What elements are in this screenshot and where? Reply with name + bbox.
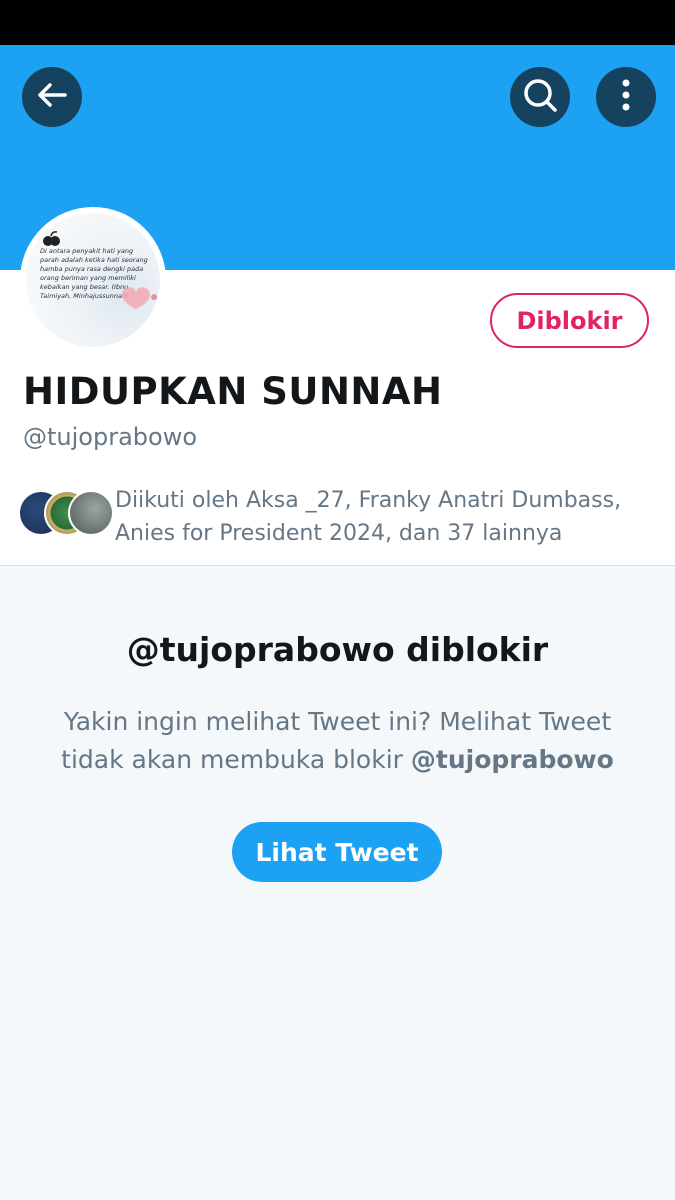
followed-by-line: Diikuti oleh Aksa _27, Franky Anatri Dum…: [115, 488, 622, 513]
avatar[interactable]: Di antara penyakit hati yang parah adala…: [20, 207, 166, 353]
followers-avatars[interactable]: [18, 490, 114, 540]
search-icon: [521, 76, 559, 118]
blocked-description-line: Yakin ingin melihat Tweet ini? Melihat T…: [63, 707, 612, 736]
username-handle: @tujoprabowo: [23, 423, 198, 451]
status-bar: [0, 0, 675, 45]
followed-by-text[interactable]: Diikuti oleh Aksa _27, Franky Anatri Dum…: [115, 484, 655, 550]
follower-avatar: [68, 490, 114, 536]
view-tweets-button[interactable]: Lihat Tweet: [232, 822, 442, 882]
display-name: HIDUPKAN SUNNAH: [23, 370, 443, 413]
search-button[interactable]: [510, 67, 570, 127]
more-vertical-icon: [620, 78, 632, 116]
blocked-button[interactable]: Diblokir: [490, 293, 649, 348]
avatar-image: Di antara penyakit hati yang parah adala…: [26, 213, 160, 347]
blocked-description: Yakin ingin melihat Tweet ini? Melihat T…: [40, 703, 635, 779]
blocked-description-text: tidak akan membuka blokir: [61, 745, 411, 774]
leaf-logo-icon: [43, 231, 60, 246]
blocked-title: @tujoprabowo diblokir: [126, 630, 549, 669]
back-button[interactable]: [22, 67, 82, 127]
blocked-handle: @tujoprabowo: [410, 745, 614, 774]
more-options-button[interactable]: [596, 67, 656, 127]
heart-balloon-icon: [122, 287, 157, 309]
blocked-description-line: tidak akan membuka blokir @tujoprabowo: [40, 741, 635, 779]
arrow-left-icon: [35, 78, 69, 116]
followed-by-line: Anies for President 2024, dan 37 lainnya: [115, 521, 563, 546]
